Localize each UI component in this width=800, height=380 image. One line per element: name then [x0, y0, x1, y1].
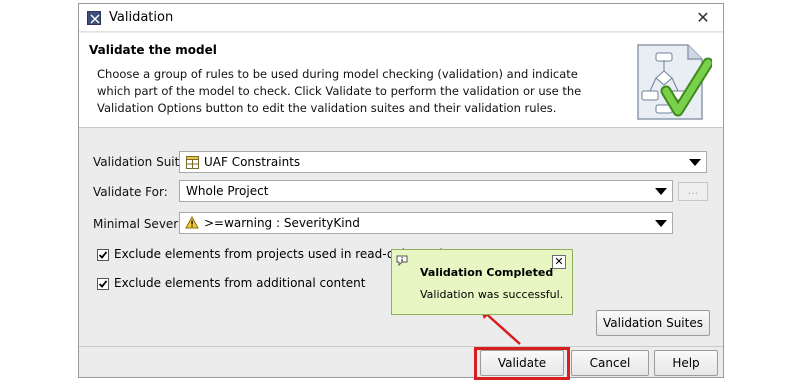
info-icon [396, 255, 408, 266]
severity-value: >=warning : SeverityKind [204, 216, 360, 230]
title-bar: Validation ✕ [79, 4, 723, 32]
cancel-button[interactable]: Cancel [571, 350, 649, 376]
validation-dialog: Validation ✕ Validate the model Choose a… [78, 3, 724, 380]
exclude-readonly-checkbox[interactable] [97, 249, 109, 261]
scope-browse-button[interactable]: ... [678, 182, 708, 201]
popup-close-icon[interactable]: ✕ [552, 255, 566, 269]
chevron-down-icon [655, 188, 667, 195]
severity-select[interactable]: >=warning : SeverityKind [179, 212, 673, 234]
exclude-additional-checkbox[interactable] [97, 278, 109, 290]
header-banner: Validate the model Choose a group of rul… [79, 33, 723, 128]
chevron-down-icon [689, 159, 701, 166]
close-icon[interactable]: ✕ [693, 8, 713, 28]
app-icon [87, 11, 101, 25]
suite-value: UAF Constraints [204, 155, 301, 169]
popup-title: Validation Completed [420, 266, 554, 279]
validate-for-label: Validate For: [93, 185, 168, 199]
warning-icon [185, 216, 199, 229]
validate-highlight-box [474, 347, 570, 380]
validation-document-icon [637, 44, 712, 120]
validation-completed-popup: Validation Completed Validation was succ… [391, 249, 573, 315]
banner-description: Choose a group of rules to be used durin… [97, 67, 582, 115]
help-button[interactable]: Help [654, 350, 718, 376]
suite-icon [186, 156, 199, 169]
suite-label: Validation Suite: [93, 155, 191, 169]
popup-message: Validation was successful. [420, 288, 564, 301]
footer-divider [79, 346, 723, 347]
validate-for-value: Whole Project [186, 184, 269, 198]
exclude-additional-label: Exclude elements from additional content [114, 276, 366, 290]
window-title: Validation [109, 10, 174, 25]
validate-for-select[interactable]: Whole Project [179, 180, 673, 202]
banner-heading: Validate the model [89, 43, 217, 57]
validation-suite-select[interactable]: UAF Constraints [179, 151, 707, 173]
chevron-down-icon [655, 220, 667, 227]
validation-suites-button[interactable]: Validation Suites [596, 310, 710, 336]
